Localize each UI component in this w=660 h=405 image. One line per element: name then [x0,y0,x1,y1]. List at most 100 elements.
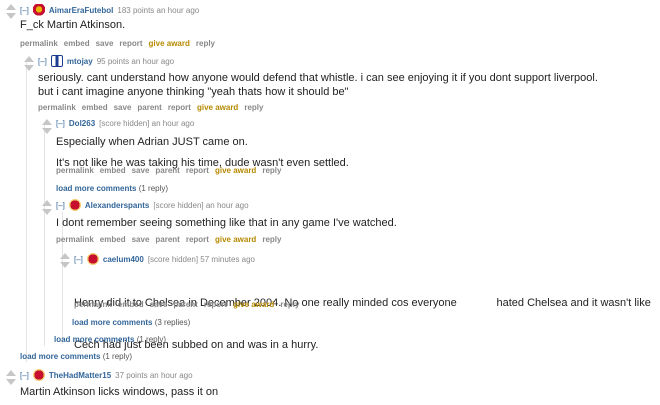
benfica-crest-icon [32,4,45,16]
comment-author[interactable]: Dol263 [69,119,95,128]
comment-meta: [score hidden] an hour ago [153,200,249,210]
vote-arrows [40,119,54,134]
load-more-link[interactable]: load more comments [72,318,152,327]
upvote-arrow-icon[interactable] [42,119,52,125]
liverpool-crest-icon [32,369,45,381]
reply-button[interactable]: reply [280,300,299,309]
give-award-button[interactable]: give award [233,300,274,309]
comment-body: seriously. cant understand how anyone wo… [38,71,598,99]
permalink-button[interactable]: permalink [56,235,94,244]
downvote-arrow-icon[interactable] [6,379,16,385]
comment-buttons: permalink embed save parent report give award… [38,103,269,112]
vote-arrows [4,4,18,19]
reply-button[interactable]: reply [262,235,281,244]
collapse-toggle[interactable]: [–] [74,255,83,264]
load-more-count: (1 reply) [136,335,167,344]
collapse-toggle[interactable]: [–] [38,57,47,66]
comment-buttons: permalink embed save parent report give award… [56,166,287,175]
report-button[interactable]: report [204,300,227,309]
report-button[interactable]: report [186,166,209,175]
vote-arrows [4,370,18,385]
comment-buttons: permalink embed save parent report give award… [56,235,287,244]
report-button[interactable]: report [186,235,209,244]
permalink-button[interactable]: permalink [20,39,58,48]
collapse-toggle[interactable]: [–] [20,6,29,15]
upvote-arrow-icon[interactable] [42,200,52,206]
upvote-arrow-icon[interactable] [6,4,16,10]
permalink-button[interactable]: permalink [56,166,94,175]
comment-author[interactable]: AimarEraFutebol [49,6,113,15]
collapse-toggle[interactable]: [–] [56,201,65,210]
permalink-button[interactable]: permalink [74,300,112,309]
parent-button[interactable]: parent [137,103,161,112]
comment-text: but i cant imagine anyone thinking "yeah… [38,86,349,98]
parent-button[interactable]: parent [155,235,179,244]
comment-tagline: [–] TheHadMatter15 37 points an hour ago [20,369,193,381]
reply-button[interactable]: reply [262,166,281,175]
load-more-comments[interactable]: load more comments (3 replies) [72,318,190,327]
parent-button[interactable]: parent [173,300,197,309]
downvote-arrow-icon[interactable] [6,13,16,19]
save-button[interactable]: save [96,39,114,48]
embed-button[interactable]: embed [100,166,126,175]
collapse-toggle[interactable]: [–] [56,119,65,128]
comment-tagline: [–] Alexanderspants [score hidden] an ho… [56,199,249,211]
save-button[interactable]: save [132,235,150,244]
load-more-count: (3 replies) [154,318,191,327]
comment-body: Martin Atkinson licks windows, pass it o… [20,385,218,399]
thread-line [44,124,45,346]
report-button[interactable]: report [168,103,191,112]
parent-button[interactable]: parent [155,166,179,175]
comment-meta: 183 points an hour ago [117,5,200,15]
give-award-button[interactable]: give award [149,39,190,48]
comment-author[interactable]: caelum400 [103,255,144,264]
comment-tagline: [–] AimarEraFutebol 183 points an hour a… [20,4,199,16]
downvote-arrow-icon[interactable] [42,209,52,215]
load-more-comments[interactable]: load more comments (1 reply) [54,335,166,344]
downvote-arrow-icon[interactable] [60,262,70,268]
load-more-comments[interactable]: load more comments (1 reply) [20,352,132,361]
permalink-button[interactable]: permalink [38,103,76,112]
comment-body: F_ck Martin Atkinson. [20,18,125,32]
embed-button[interactable]: embed [100,235,126,244]
collapse-toggle[interactable]: [–] [20,371,29,380]
upvote-arrow-icon[interactable] [60,253,70,259]
comment-author[interactable]: Alexanderspants [85,201,149,210]
load-more-count: (1 reply) [138,184,169,193]
save-button[interactable]: save [150,300,168,309]
report-button[interactable]: report [119,39,142,48]
give-award-button[interactable]: give award [197,103,238,112]
reply-button[interactable]: reply [196,39,215,48]
save-button[interactable]: save [114,103,132,112]
comment-meta: 37 points an hour ago [115,370,193,380]
upvote-arrow-icon[interactable] [6,370,16,376]
embed-button[interactable]: embed [118,300,144,309]
load-more-link[interactable]: load more comments [56,184,136,193]
downvote-arrow-icon[interactable] [24,65,34,71]
upvote-arrow-icon[interactable] [24,56,34,62]
psg-crest-icon [50,55,63,67]
comment-meta: [score hidden] an hour ago [99,119,195,128]
vote-arrows [40,200,54,215]
comment-author[interactable]: TheHadMatter15 [49,371,111,380]
embed-button[interactable]: embed [64,39,90,48]
downvote-arrow-icon[interactable] [42,128,52,134]
comment-author[interactable]: mtojay [67,57,93,66]
comment-buttons: permalink embed save report give award reply [20,39,221,48]
comment-tagline: [–] mtojay 95 points an hour ago [38,55,174,67]
load-more-count: (1 reply) [102,352,133,361]
load-more-link[interactable]: load more comments [54,335,134,344]
comment-tagline: [–] Dol263 [score hidden] an hour ago [56,119,194,128]
comment-buttons: permalink embed save parent report give award… [74,300,305,309]
liverpool-crest-icon [86,253,99,265]
give-award-button[interactable]: give award [215,235,256,244]
comment-tagline: [–] caelum400 [score hidden] 57 minutes … [74,253,255,265]
load-more-comments[interactable]: load more comments (1 reply) [56,184,168,193]
save-button[interactable]: save [132,166,150,175]
embed-button[interactable]: embed [82,103,108,112]
thread-line [26,62,27,362]
load-more-link[interactable]: load more comments [20,352,100,361]
comment-text: F_ck Martin Atkinson. [20,19,126,31]
give-award-button[interactable]: give award [215,166,256,175]
reply-button[interactable]: reply [244,103,263,112]
